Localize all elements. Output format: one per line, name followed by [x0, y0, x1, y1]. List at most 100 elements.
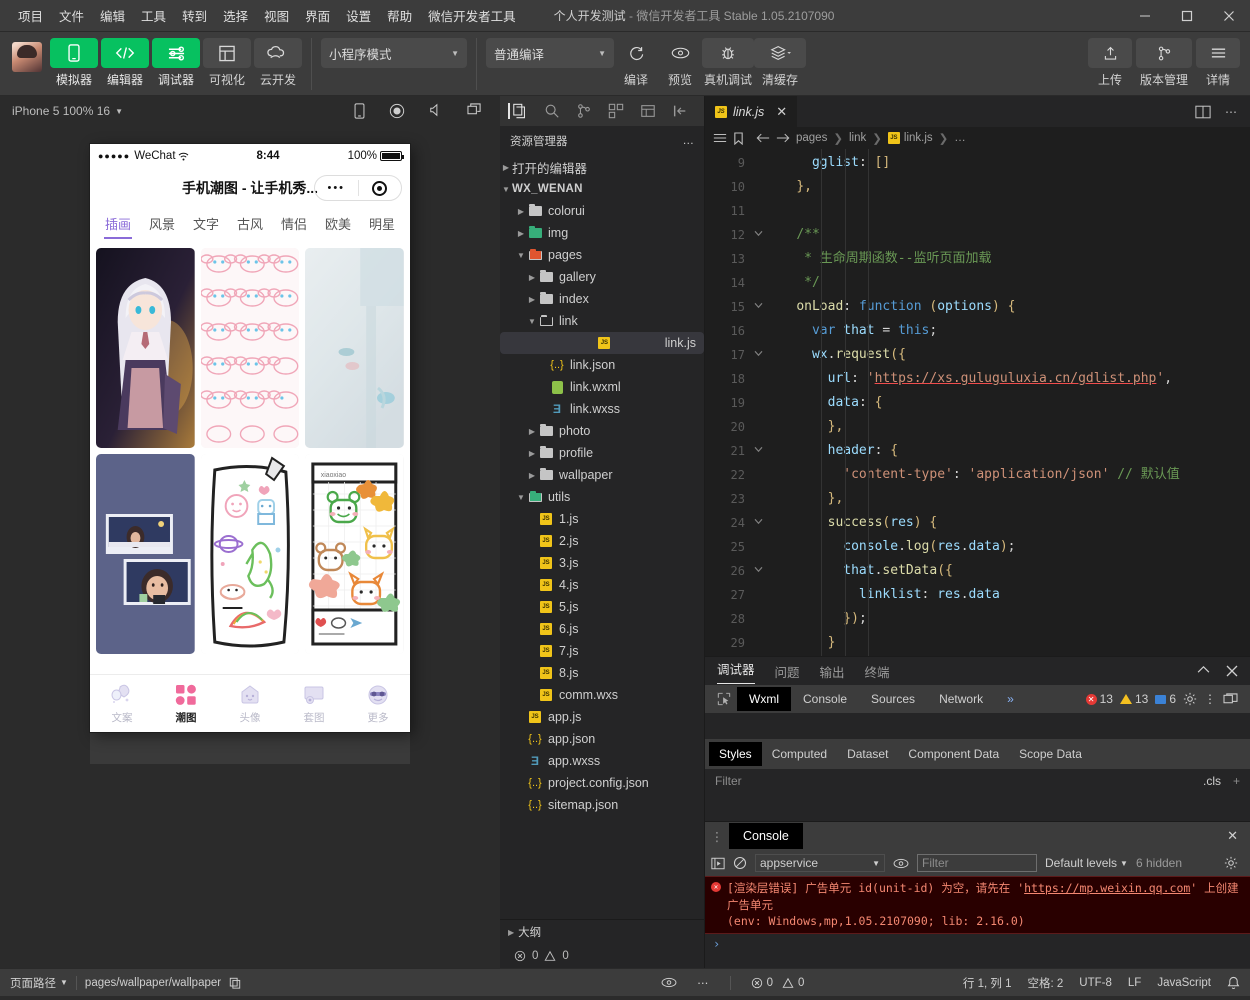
drawer-handle-icon[interactable]: ⋮: [705, 829, 729, 844]
tree-item-comm-wxs[interactable]: JS comm.wxs: [500, 684, 704, 706]
tree-item-profile[interactable]: ▶ profile: [500, 442, 704, 464]
search-icon[interactable]: [544, 103, 560, 119]
menu-item-8[interactable]: 设置: [338, 2, 379, 29]
details-button[interactable]: 详情: [1196, 38, 1240, 88]
tree-item-2-js[interactable]: JS 2.js: [500, 530, 704, 552]
toolbar-button-layout[interactable]: 可视化: [203, 38, 251, 88]
execute-icon[interactable]: [711, 857, 725, 870]
real-device-debug-button[interactable]: 真机调试: [702, 38, 754, 88]
tree-item-4-js[interactable]: JS 4.js: [500, 574, 704, 596]
tabbar-item-wenan[interactable]: 文案: [90, 683, 154, 725]
tree-item-utils[interactable]: ▼ utils: [500, 486, 704, 508]
styles-tab-styles[interactable]: Styles: [709, 742, 762, 766]
devtools-overflow-icon[interactable]: »: [995, 687, 1026, 711]
category-tab-2[interactable]: 文字: [184, 214, 228, 239]
explorer-more-icon[interactable]: …: [683, 135, 695, 147]
tree-item-app-js[interactable]: JS app.js: [500, 706, 704, 728]
panel-tab-output[interactable]: 输出: [820, 662, 845, 681]
error-badge[interactable]: ✕ 13: [1085, 692, 1113, 706]
console-eye-icon[interactable]: [893, 858, 909, 869]
panel-tab-debugger[interactable]: 调试器: [717, 659, 755, 684]
tree-item-app-json[interactable]: {..} app.json: [500, 728, 704, 750]
tabbar-item-taotu[interactable]: 套图: [282, 683, 346, 725]
capsule-more-icon[interactable]: •••: [315, 182, 358, 194]
device-selector[interactable]: iPhone 5 100% 16: [12, 104, 110, 118]
files-icon[interactable]: [508, 103, 528, 119]
grid-item[interactable]: [305, 248, 404, 448]
tree-item-link-wxml[interactable]: link.wxml: [500, 376, 704, 398]
tree-item-photo[interactable]: ▶ photo: [500, 420, 704, 442]
panel-tab-terminal[interactable]: 终端: [865, 662, 890, 681]
styles-tab-dataset[interactable]: Dataset: [837, 742, 898, 766]
panel-tab-problems[interactable]: 问题: [775, 662, 800, 681]
encoding-setting[interactable]: UTF-8: [1079, 977, 1112, 989]
close-button[interactable]: [1208, 0, 1250, 32]
toolbar-button-cloud[interactable]: 云开发: [254, 38, 302, 88]
tree-item-6-js[interactable]: JS 6.js: [500, 618, 704, 640]
phone-rotate-icon[interactable]: [354, 103, 365, 119]
tree-item-img[interactable]: ▶ img: [500, 222, 704, 244]
problems-status[interactable]: 0 0: [500, 944, 704, 968]
back-arrow-icon[interactable]: [756, 132, 770, 144]
bookmark-icon[interactable]: [733, 131, 744, 145]
tree-item-link-js[interactable]: JS link.js: [500, 332, 704, 354]
tree-item-8-js[interactable]: JS 8.js: [500, 662, 704, 684]
tree-item-gallery[interactable]: ▶ gallery: [500, 266, 704, 288]
copy-icon[interactable]: [229, 977, 241, 989]
toolbar-button-sliders[interactable]: 调试器: [152, 38, 200, 88]
tree-item-5-js[interactable]: JS 5.js: [500, 596, 704, 618]
dock-side-icon[interactable]: [1223, 692, 1238, 706]
chevron-up-icon[interactable]: [1197, 665, 1210, 677]
grid-item[interactable]: [200, 248, 300, 448]
menu-item-5[interactable]: 选择: [215, 2, 256, 29]
upload-button[interactable]: 上传: [1088, 38, 1132, 88]
toolbar-button-phone[interactable]: 模拟器: [50, 38, 98, 88]
window-icon[interactable]: [467, 103, 482, 119]
maximize-button[interactable]: [1166, 0, 1208, 32]
avatar[interactable]: [12, 42, 42, 72]
warning-badge[interactable]: 13: [1119, 692, 1148, 706]
menu-item-7[interactable]: 界面: [297, 2, 338, 29]
category-tab-5[interactable]: 欧美: [316, 214, 360, 239]
fold-toggle-icon[interactable]: [751, 295, 765, 319]
tree-item-link-wxss[interactable]: Ǝlink.wxss: [500, 398, 704, 420]
cls-button[interactable]: .cls: [1203, 774, 1221, 788]
tree-item-index[interactable]: ▶ index: [500, 288, 704, 310]
version-control-button[interactable]: 版本管理: [1136, 38, 1192, 88]
cursor-position[interactable]: 行 1, 列 1: [963, 975, 1012, 991]
menu-item-0[interactable]: 项目: [10, 2, 51, 29]
minimize-button[interactable]: [1124, 0, 1166, 32]
tabbar-item-touxiang[interactable]: 头像: [218, 683, 282, 725]
breadcrumb-item-symbol[interactable]: …: [954, 132, 966, 144]
breadcrumb-item-link[interactable]: link: [849, 132, 866, 144]
tree-item-sitemap-json[interactable]: {..} sitemap.json: [500, 794, 704, 816]
fold-column[interactable]: [751, 149, 765, 656]
indent-setting[interactable]: 空格: 2: [1028, 975, 1064, 991]
fold-toggle-icon[interactable]: [751, 343, 765, 367]
fold-toggle-icon[interactable]: [751, 223, 765, 247]
category-tab-6[interactable]: 明星: [360, 214, 404, 239]
menu-item-4[interactable]: 转到: [174, 2, 215, 29]
eol-setting[interactable]: LF: [1128, 977, 1141, 989]
fold-toggle-icon[interactable]: [751, 439, 765, 463]
tree-item-link-json[interactable]: {..} link.json: [500, 354, 704, 376]
bell-icon[interactable]: [1227, 976, 1240, 990]
more-actions-icon[interactable]: ⋯: [1225, 105, 1238, 119]
mode-select[interactable]: 小程序模式 ▼: [321, 38, 467, 68]
styles-tab-scope-data[interactable]: Scope Data: [1009, 742, 1092, 766]
inspect-element-icon[interactable]: [711, 692, 737, 706]
split-editor-icon[interactable]: [1195, 105, 1211, 119]
devtools-tab-wxml[interactable]: Wxml: [737, 687, 791, 711]
console-error-link[interactable]: https://mp.weixin.qq.com: [1024, 881, 1190, 895]
category-tab-4[interactable]: 情侣: [272, 214, 316, 239]
more-actions-icon[interactable]: ⋮: [1204, 692, 1216, 706]
extensions-icon[interactable]: [608, 103, 624, 119]
eye-icon[interactable]: [661, 977, 677, 988]
menu-item-2[interactable]: 编辑: [92, 2, 133, 29]
tree-item-colorui[interactable]: ▶ colorui: [500, 200, 704, 222]
status-problems[interactable]: 0 0: [751, 977, 804, 989]
styles-tab-component-data[interactable]: Component Data: [898, 742, 1009, 766]
grid-item[interactable]: [200, 454, 300, 654]
category-tab-1[interactable]: 风景: [140, 214, 184, 239]
breadcrumb-item-pages[interactable]: pages: [796, 132, 827, 144]
